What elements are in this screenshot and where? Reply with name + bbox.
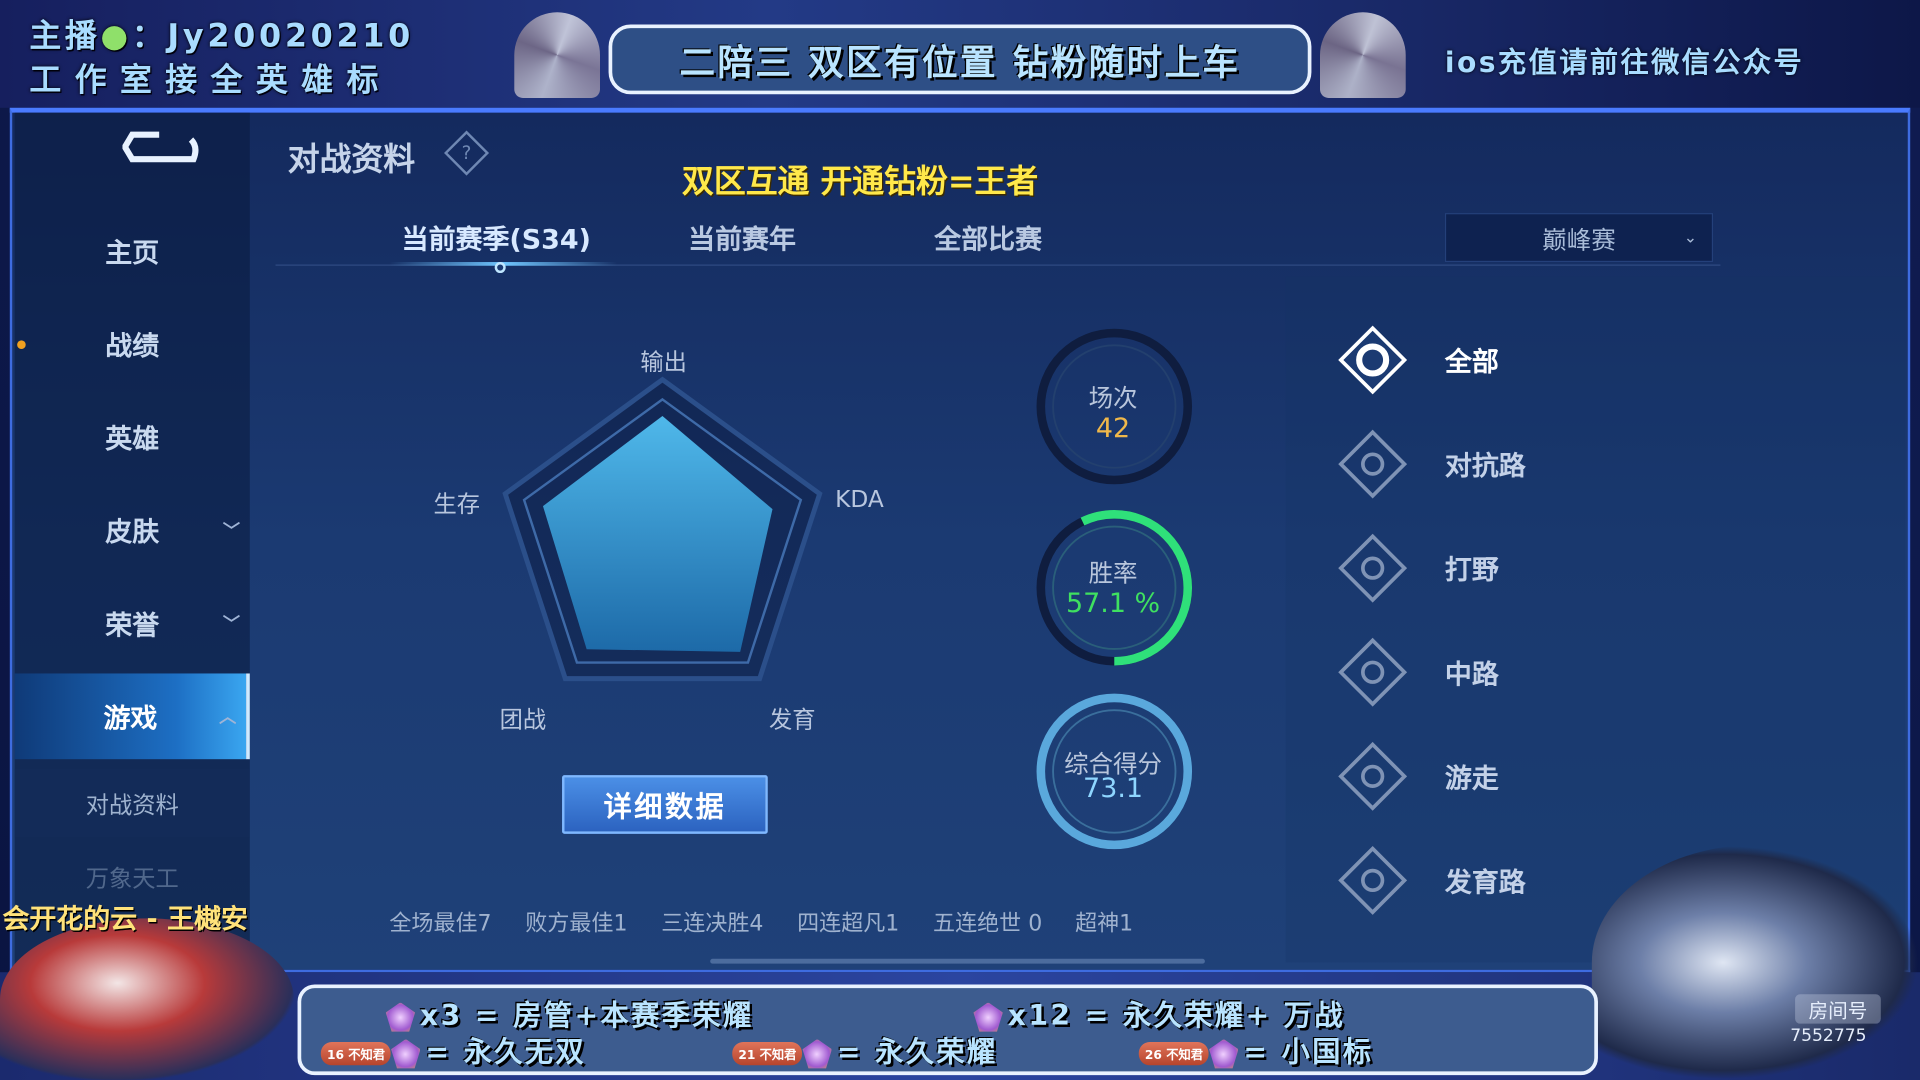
chevron-down-icon: ⌄ [1683,228,1698,247]
gem-icon [385,1002,416,1032]
mode-select-value: 巅峰赛 [1542,224,1616,255]
stat-triple-kill: 三连决胜4 [661,911,764,937]
role-filter-2[interactable]: 打野 [1337,533,1499,604]
reward-item: x12 = 永久荣耀+ 万战 [973,992,1345,1034]
role-filter-3[interactable]: 中路 [1337,637,1499,708]
tab-current-year[interactable]: 当前赛年 [688,218,796,257]
sidebar-subitem-label: 对战资料 [85,791,179,819]
all-icon [1337,324,1408,395]
reward-item: 16 不知君 = 永久无双 [320,1029,586,1071]
character-illustration-right [1591,844,1920,1080]
streamer-id: ：Jy20020210 [131,18,414,56]
jungle-icon [1337,533,1408,604]
role-label: 打野 [1444,555,1499,587]
tab-current-season[interactable]: 当前赛季(S34) [402,218,591,257]
sidebar-item-label: 皮肤 [105,517,160,549]
stat-mvp: 全场最佳7 [389,911,492,937]
tab-all-matches[interactable]: 全部比赛 [934,218,1042,257]
role-label: 全部 [1444,347,1499,379]
stat-legendary: 超神1 [1075,911,1134,937]
tab-indicator-dot [494,262,506,274]
streamer-info: 主播●：Jy20020210 工作室接全英雄标 [29,15,414,103]
winrate-label: 胜率 [1088,558,1138,588]
stat-penta-kill: 五连绝世 0 [933,911,1043,937]
back-icon[interactable] [122,130,200,174]
sidebar-item-0[interactable]: 主页 [15,208,250,294]
role-label: 发育路 [1444,868,1526,899]
matches-label: 场次 [1088,383,1138,413]
stat-quadra-kill: 四连超凡1 [797,911,900,937]
chevron-down-icon: ﹀ [222,614,240,635]
sidebar-item-2[interactable]: 英雄 [15,394,250,480]
role-filter-1[interactable]: 对抗路 [1337,429,1526,500]
room-number: 7552775 [1790,1026,1867,1046]
sidebar-item-label: 荣誉 [105,611,160,642]
radar-label-output: 输出 [640,348,687,376]
gem-icon [391,1038,421,1069]
detail-data-button[interactable]: 详细数据 [562,775,768,834]
gem-icon [973,1002,1003,1032]
promo-overlay: 双区互通 开通钻粉=王者 [682,164,1039,201]
score-value: 73.1 [1083,773,1144,805]
fan-decoration-icon [514,12,600,98]
fan-badge: 21 不知君 [732,1042,803,1066]
winrate-value: 57.1 % [1065,588,1161,620]
radar-label-farm: 发育 [768,706,816,734]
horizontal-scrollbar[interactable] [710,958,1205,964]
page-title: 对战资料 [287,142,416,179]
sidebar-item-3[interactable]: 皮肤 ﹀ [15,487,250,573]
sidebar-item-4[interactable]: 荣誉 ﹀ [15,580,250,666]
role-filter-0[interactable]: 全部 [1337,324,1499,395]
chevron-up-icon: ︿ [219,707,237,728]
ios-note: ios充值请前往微信公众号 [1444,47,1805,80]
radar-label-teamfight: 团战 [499,706,547,734]
wechat-icon: ● [100,18,132,56]
character-illustration-left [0,918,294,1080]
sidebar-item-label: 英雄 [105,424,160,456]
farm-lane-icon [1337,845,1408,916]
role-filter-4[interactable]: 游走 [1337,741,1499,812]
sidebar-item-5[interactable]: 游戏 ︿ [14,673,250,760]
mode-select[interactable]: 巅峰赛 ⌄ [1444,213,1714,263]
role-label: 对抗路 [1444,451,1526,483]
radar-label-survival: 生存 [433,491,481,518]
room-label: 房间号 [1795,994,1881,1024]
mid-lane-icon [1337,637,1408,708]
reward-item: 26 不知君 = 小国标 [1138,1029,1374,1071]
stat-losing-mvp: 败方最佳1 [525,911,628,937]
role-filter-5[interactable]: 发育路 [1337,845,1526,916]
role-label: 中路 [1444,660,1499,691]
radar-label-kda: KDA [835,486,884,514]
fan-badge: 26 不知君 [1138,1042,1210,1066]
now-playing-song: 会开花的云 - 王樾安 [2,904,248,936]
sidebar-subitem-label: 万象天工 [85,865,179,893]
role-label: 游走 [1444,764,1499,795]
roam-icon [1337,741,1408,812]
sidebar-item-1[interactable]: 战绩 [15,301,250,387]
matches-value: 42 [1095,413,1131,445]
studio-note: 工作室接全英雄标 [29,62,392,100]
stream-banner: 二陪三 双区有位置 钻粉随时上车 [608,24,1312,95]
clash-lane-icon [1337,429,1408,500]
sidebar-item-label: 游戏 [103,704,158,735]
chevron-down-icon: ﹀ [222,521,240,542]
reward-item: x3 = 房管+本赛季荣耀 [385,992,754,1034]
streamer-label: 主播 [29,18,101,56]
gem-icon [802,1038,832,1069]
sidebar-item-label: 主页 [105,238,160,270]
fan-badge: 16 不知君 [320,1042,392,1066]
sidebar-item-label: 战绩 [105,331,160,363]
fan-decoration-icon [1320,12,1406,98]
reward-item: 21 不知君 = 永久荣耀 [732,1029,997,1071]
sidebar-subitem-0[interactable]: 对战资料 [14,768,250,838]
gem-icon [1209,1038,1239,1069]
